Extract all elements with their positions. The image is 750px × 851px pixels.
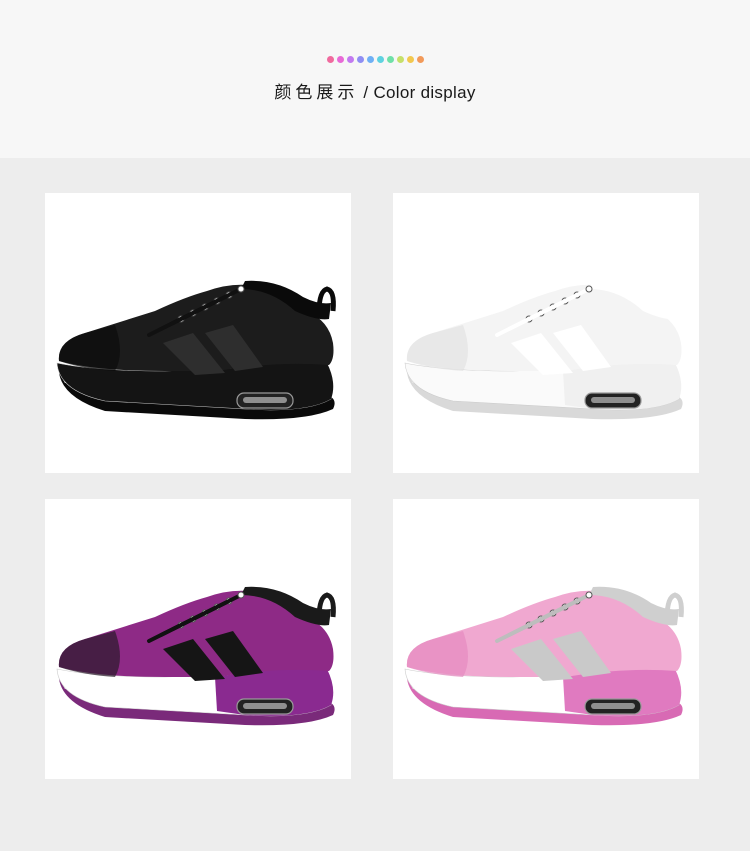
section-title: 颜色展示 / Color display (0, 78, 750, 103)
sneaker-toe-cap (406, 325, 468, 371)
sneaker-air-bubble (243, 397, 287, 403)
sneaker-toe-cap (406, 631, 468, 677)
sneaker-toe-cap (58, 631, 120, 677)
color-dot (366, 56, 374, 63)
section-title-separator: / (358, 83, 374, 102)
product-card-black[interactable] (45, 193, 351, 473)
sneaker-eyelet (585, 285, 593, 293)
color-dot (346, 56, 354, 63)
color-dot (386, 56, 394, 63)
header-banner: 颜色展示 / Color display (0, 0, 750, 158)
color-dot-row (0, 56, 750, 63)
section-title-en: Color display (373, 83, 476, 102)
color-dot (356, 56, 364, 63)
color-dot (416, 56, 424, 63)
sneaker-eyelet (237, 591, 245, 599)
sneaker-image (56, 586, 336, 726)
sneaker-air-bubble (591, 703, 635, 709)
color-dot (326, 56, 334, 63)
product-card-white[interactable] (393, 193, 699, 473)
product-card-pink[interactable] (393, 499, 699, 779)
sneaker-image (56, 280, 336, 420)
sneaker-air-bubble (243, 703, 287, 709)
color-dot (406, 56, 414, 63)
color-dot (336, 56, 344, 63)
product-card-purple[interactable] (45, 499, 351, 779)
color-dot (376, 56, 384, 63)
section-title-cn: 颜色展示 (274, 83, 359, 102)
sneaker-image (404, 280, 684, 420)
sneaker-image (404, 586, 684, 726)
sneaker-eyelet (237, 285, 245, 293)
color-dot (396, 56, 404, 63)
sneaker-eyelet (585, 591, 593, 599)
sneaker-toe-cap (58, 325, 120, 371)
sneaker-air-bubble (591, 397, 635, 403)
